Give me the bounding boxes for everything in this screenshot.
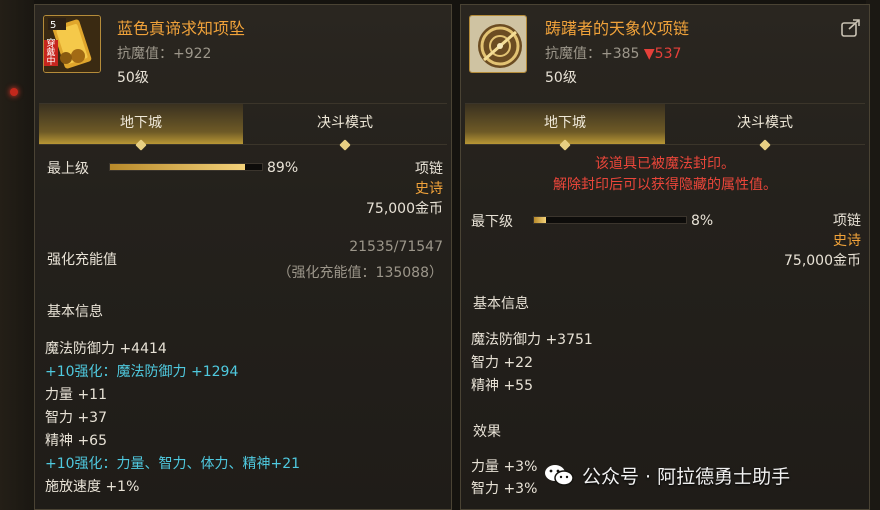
equipped-item-tooltip: 5 穿戴中 蓝色真谛求知项坠 抗魔值：+922 50级 地下城 决斗模式 最上级… [34,4,452,510]
tab-dungeon[interactable]: 地下城 [465,104,665,151]
diamond-pip-icon [559,139,571,151]
grade-bar-fill [110,164,246,170]
stat-line: 智力 +37 [45,410,107,426]
stat-line: 智力 +22 [471,355,533,371]
mode-tabs: 地下城 决斗模式 [465,103,865,151]
resist-value: 抗魔值：+922 [117,46,212,62]
grade-bar [109,163,263,171]
effect-line: 智力 +3% [471,481,538,497]
grade-percent: 8% [691,213,714,229]
tab-dungeon-label: 地下城 [544,115,586,131]
section-basic-info: 基本信息 [47,304,103,320]
wechat-icon [544,463,574,487]
item-type: 项链 [415,161,443,177]
item-level: 50级 [545,70,577,86]
watermark: 公众号 · 阿拉德勇士助手 [544,461,790,489]
equipped-tag: 穿戴中 [44,40,58,67]
watermark-text: 公众号 · 阿拉德勇士助手 [582,465,791,488]
red-indicator-dot [10,88,18,96]
resist-down: ▼537 [643,46,682,62]
item-type: 项链 [833,213,861,229]
astrolabe-necklace-icon[interactable] [469,15,527,73]
rarity: 史诗 [833,233,861,249]
diamond-pip-icon [759,139,771,151]
external-compare-icon[interactable] [841,19,861,37]
sealed-notice-line2: 解除封印后可以获得隐藏的属性值。 [553,177,777,193]
stat-line: +10强化：魔法防御力 +1294 [45,364,239,380]
stat-line: 精神 +65 [45,433,107,449]
effect-line: 力量 +3% [471,459,538,475]
charge-label: 强化充能值 [47,252,117,268]
stat-line: 魔法防御力 +4414 [45,341,167,357]
grade-percent: 89% [267,160,299,176]
grade-label: 最上级 [47,161,89,177]
blue-scroll-pendant-icon[interactable]: 5 穿戴中 [43,15,101,73]
resist-value: 抗魔值：+385 ▼537 [545,43,681,63]
grade-bar [533,216,687,224]
mode-tabs: 地下城 决斗模式 [39,103,447,151]
charge-note: （强化充能值：135088） [277,265,443,281]
grade-label: 最下级 [471,214,513,230]
charge-value: 21535/71547 [349,239,443,255]
stat-line: 精神 +55 [471,378,533,394]
stat-line: +10强化：力量、智力、体力、精神+21 [45,456,301,472]
stat-line: 施放速度 +1% [45,479,140,495]
tab-dungeon[interactable]: 地下城 [39,104,243,151]
tab-duel-label: 决斗模式 [737,115,793,131]
section-basic-info: 基本信息 [473,296,529,312]
price: 75,000金币 [784,253,861,269]
section-effects: 效果 [473,424,501,440]
grade-bar-fill [534,217,547,223]
tab-duel[interactable]: 决斗模式 [665,104,865,151]
price: 75,000金币 [366,201,443,217]
tab-duel-label: 决斗模式 [317,115,373,131]
tab-duel[interactable]: 决斗模式 [243,104,447,151]
item-level: 50级 [117,70,149,86]
sealed-notice-line1: 该道具已被魔法封印。 [595,156,735,172]
diamond-pip-icon [135,139,147,151]
stat-line: 力量 +11 [45,387,107,403]
stat-line: 魔法防御力 +3751 [471,332,593,348]
item-name: 踌躇者的天象仪项链 [545,19,690,38]
svg-text:5: 5 [50,20,56,31]
background-left-edge [0,0,34,510]
compare-item-tooltip: 踌躇者的天象仪项链 抗魔值：+385 ▼537 50级 地下城 决斗模式 该道具… [460,4,870,510]
diamond-pip-icon [339,139,351,151]
item-name: 蓝色真谛求知项坠 [117,19,246,38]
resist-prefix: 抗魔值：+385 [545,46,640,62]
rarity: 史诗 [415,181,443,197]
tab-dungeon-label: 地下城 [120,115,162,131]
